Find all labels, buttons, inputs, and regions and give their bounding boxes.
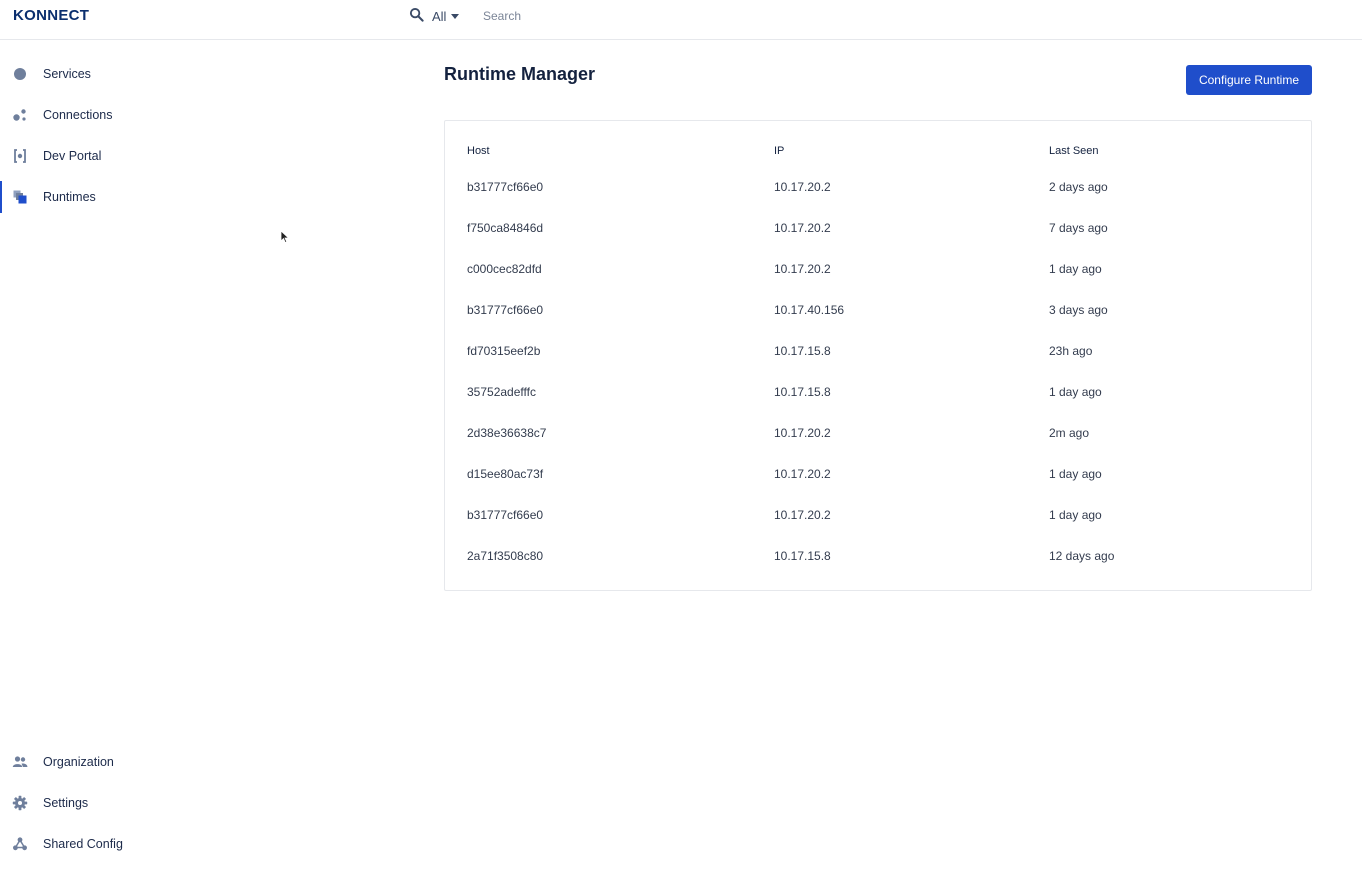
sidebar-item-services[interactable]: Services bbox=[0, 58, 300, 90]
cell-ip: 10.17.20.2 bbox=[774, 262, 831, 276]
configure-runtime-button[interactable]: Configure Runtime bbox=[1186, 65, 1312, 95]
cell-last-seen: 2 days ago bbox=[1049, 180, 1108, 194]
cell-last-seen: 2m ago bbox=[1049, 426, 1090, 440]
cell-host: 35752adefffc bbox=[467, 385, 536, 399]
sidebar-item-label: Shared Config bbox=[43, 837, 123, 851]
cell-ip: 10.17.20.2 bbox=[774, 508, 831, 522]
table-row[interactable]: fd70315eef2b 10.17.15.8 23h ago bbox=[445, 331, 1311, 372]
column-header-ip: IP bbox=[774, 145, 785, 157]
sidebar-item-label: Services bbox=[43, 67, 91, 81]
mouse-cursor-icon bbox=[280, 230, 290, 244]
cell-last-seen: 23h ago bbox=[1049, 344, 1093, 358]
sidebar-item-label: Connections bbox=[43, 108, 113, 122]
cell-host: b31777cf66e0 bbox=[467, 303, 544, 317]
sidebar-item-dev-portal[interactable]: Dev Portal bbox=[0, 140, 300, 172]
search-scope-select[interactable]: All bbox=[432, 6, 460, 26]
cell-ip: 10.17.20.2 bbox=[774, 467, 831, 481]
cell-ip: 10.17.15.8 bbox=[774, 344, 831, 358]
sidebar-item-settings[interactable]: Settings bbox=[0, 787, 300, 819]
sidebar-item-label: Organization bbox=[43, 755, 114, 769]
page-title: Runtime Manager bbox=[444, 64, 596, 84]
cell-last-seen: 12 days ago bbox=[1049, 549, 1115, 563]
search-scope-label: All bbox=[432, 8, 447, 24]
table-row[interactable]: d15ee80ac73f 10.17.20.2 1 day ago bbox=[445, 454, 1311, 495]
connections-icon bbox=[12, 107, 28, 123]
cell-last-seen: 1 day ago bbox=[1049, 262, 1102, 276]
cell-last-seen: 3 days ago bbox=[1049, 303, 1108, 317]
cell-ip: 10.17.20.2 bbox=[774, 180, 831, 194]
gear-icon bbox=[12, 795, 28, 811]
cell-last-seen: 1 day ago bbox=[1049, 467, 1102, 481]
cell-ip: 10.17.20.2 bbox=[774, 221, 831, 235]
cell-host: f750ca84846d bbox=[467, 221, 544, 235]
cell-last-seen: 1 day ago bbox=[1049, 508, 1102, 522]
table-row[interactable]: c000cec82dfd 10.17.20.2 1 day ago bbox=[445, 249, 1311, 290]
cell-host: 2a71f3508c80 bbox=[467, 549, 544, 563]
cell-host: fd70315eef2b bbox=[467, 344, 541, 358]
cell-host: c000cec82dfd bbox=[467, 262, 542, 276]
sidebar-item-runtimes[interactable]: Runtimes bbox=[0, 181, 300, 213]
sidebar-item-label: Settings bbox=[43, 796, 89, 810]
table-row[interactable]: 2d38e36638c7 10.17.20.2 2m ago bbox=[445, 413, 1311, 454]
table-row[interactable]: f750ca84846d 10.17.20.2 7 days ago bbox=[445, 208, 1311, 249]
cell-last-seen: 1 day ago bbox=[1049, 385, 1102, 399]
cell-ip: 10.17.20.2 bbox=[774, 426, 831, 440]
konnect-logo[interactable]: KONNECT bbox=[13, 7, 89, 24]
search-input[interactable] bbox=[476, 5, 876, 27]
cell-host: b31777cf66e0 bbox=[467, 508, 544, 522]
sidebar-item-organization[interactable]: Organization bbox=[0, 746, 300, 778]
sidebar-item-connections[interactable]: Connections bbox=[0, 99, 300, 131]
table-row[interactable]: b31777cf66e0 10.17.20.2 2 days ago bbox=[445, 167, 1311, 208]
column-header-host: Host bbox=[467, 145, 490, 157]
cell-host: 2d38e36638c7 bbox=[467, 426, 547, 440]
search-icon[interactable] bbox=[409, 7, 424, 22]
organization-icon bbox=[12, 754, 28, 770]
table-row[interactable]: 35752adefffc 10.17.15.8 1 day ago bbox=[445, 372, 1311, 413]
runtime-table: Host IP Last Seen b31777cf66e0 10.17.20.… bbox=[444, 120, 1312, 591]
table-row[interactable]: b31777cf66e0 10.17.40.156 3 days ago bbox=[445, 290, 1311, 331]
cell-ip: 10.17.40.156 bbox=[774, 303, 845, 317]
sidebar-item-label: Dev Portal bbox=[43, 149, 102, 163]
cell-ip: 10.17.15.8 bbox=[774, 385, 831, 399]
sidebar-item-shared-config[interactable]: Shared Config bbox=[0, 828, 300, 860]
cell-host: b31777cf66e0 bbox=[467, 180, 544, 194]
cell-host: d15ee80ac73f bbox=[467, 467, 544, 481]
table-row[interactable]: 2a71f3508c80 10.17.15.8 12 days ago bbox=[445, 536, 1311, 577]
services-icon bbox=[12, 66, 28, 82]
dev-portal-icon bbox=[12, 148, 28, 164]
sidebar-item-label: Runtimes bbox=[43, 190, 96, 204]
runtimes-icon bbox=[12, 189, 28, 205]
shared-config-icon bbox=[12, 836, 28, 852]
top-bar: KONNECT All bbox=[0, 0, 1362, 40]
cell-last-seen: 7 days ago bbox=[1049, 221, 1108, 235]
chevron-down-icon bbox=[451, 13, 460, 19]
cell-ip: 10.17.15.8 bbox=[774, 549, 831, 563]
table-row[interactable]: b31777cf66e0 10.17.20.2 1 day ago bbox=[445, 495, 1311, 536]
column-header-last-seen: Last Seen bbox=[1049, 145, 1099, 157]
